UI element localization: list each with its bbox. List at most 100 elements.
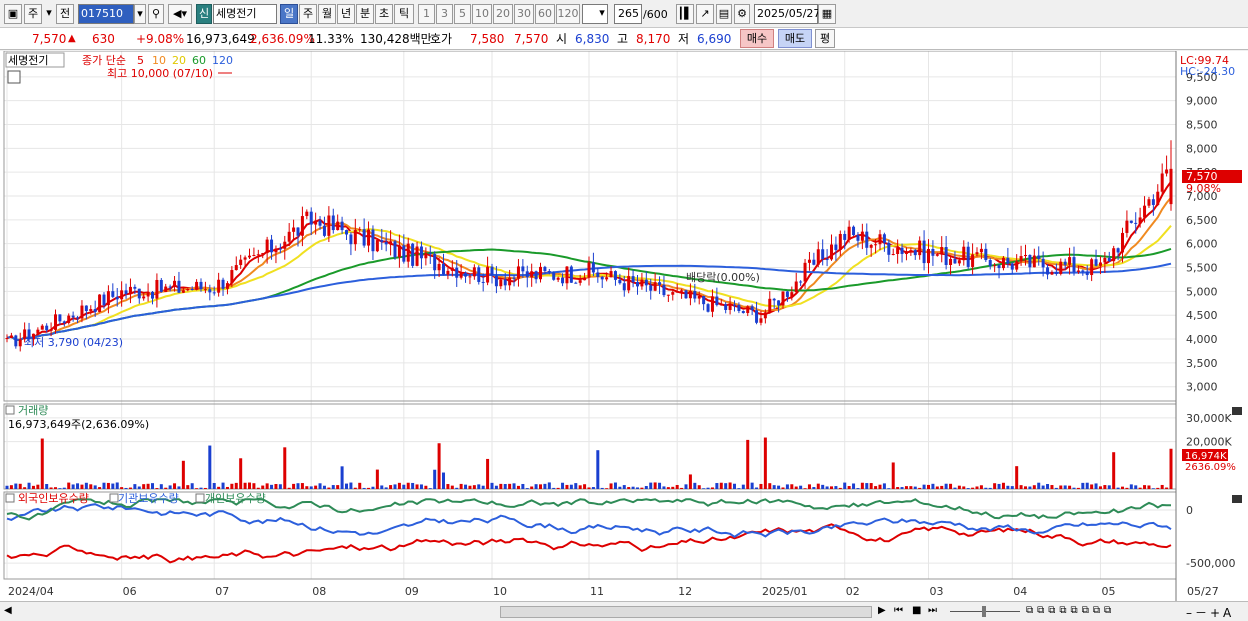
candle-body [684,290,688,299]
volume-bar [58,488,62,489]
rewind-icon[interactable]: ⏮ [894,605,903,616]
candle-body [618,279,622,284]
candle-body [724,304,728,310]
candle-body [552,272,556,280]
volume-bar [137,486,141,489]
candle-body [834,244,838,250]
stock-code-input[interactable]: 017510 [78,4,134,24]
pct-badge: 9.08% [1186,182,1221,195]
interval-1[interactable]: 1 [418,4,435,24]
volume-bar [252,483,256,489]
gear-icon[interactable]: ⚙ [734,4,750,24]
candle-body [450,267,454,271]
candle-body [1041,258,1045,268]
volume-bar [468,485,472,489]
volume-bar [534,484,538,489]
volume-bar [627,487,631,489]
tab-minute[interactable]: 분 [356,4,374,24]
candle-body [336,221,340,231]
draw-tool-icon[interactable]: ↗ [696,4,714,24]
holding-panel-toggle[interactable] [5,493,15,503]
prev-button[interactable]: 전 [56,4,74,24]
interval-5[interactable]: 5 [454,4,471,24]
volume-bar [327,487,331,489]
interval-60[interactable]: 60 [535,4,555,24]
volume-bar [931,483,935,489]
candle-body [988,260,992,267]
interval-20[interactable]: 20 [493,4,513,24]
candle-body [1129,220,1133,223]
volume-bar [212,483,216,489]
interval-120[interactable]: 120 [556,4,580,24]
volume-bar [1063,485,1067,489]
scroll-thumb[interactable] [500,606,872,618]
tab-year[interactable]: 년 [337,4,355,24]
chart-svg: 9,5009,0008,5008,0007,5007,0006,5006,000… [3,50,1242,601]
holding-close-icon[interactable] [1232,495,1242,503]
avg-button[interactable]: 평 [815,29,835,48]
window-icon[interactable]: ▣ [4,4,22,24]
tab-month[interactable]: 월 [318,4,336,24]
view-tools-icon[interactable]: ⧉⧉⧉⧉⧉⧉⧉⧉ [1026,605,1115,616]
volume-bar [1085,482,1089,489]
volume-bar [9,485,13,489]
candle-body [71,315,75,318]
volume-bar [190,483,194,489]
volume-bar [1121,486,1124,489]
candle-type-icon[interactable]: ┃▌ [676,4,694,24]
code-dropdown-icon[interactable]: ▾ [134,4,146,24]
volume-bar [618,486,622,489]
volume-bar [512,483,516,489]
stop-icon[interactable]: ■ [912,605,921,616]
calendar-icon[interactable]: ▦ [818,4,836,24]
tab-week[interactable]: 주 [299,4,317,24]
candle-body [419,246,423,259]
volume-bar [812,487,816,489]
candle-body [746,306,750,314]
volume-bar [481,485,485,489]
candle-body [940,247,944,255]
volume-close-icon[interactable] [1232,407,1242,415]
tab-second[interactable]: 초 [375,4,393,24]
scroll-left-icon[interactable]: ◀ [4,605,12,616]
zoom-slider-handle[interactable] [982,606,986,617]
interval-dropdown-icon[interactable]: ▾ [596,4,608,24]
date-input[interactable]: 2025/05/27 [754,4,820,24]
count-input[interactable]: 265 [614,4,642,24]
candle-body [58,314,62,322]
volume-panel-toggle[interactable] [5,405,15,415]
bid-price: 7,570 [514,32,549,46]
zoom-controls-icon[interactable]: –－+A [1186,604,1234,621]
scroll-right-icon[interactable]: ▶ [878,605,886,616]
panel-frame [3,403,1177,490]
sell-button[interactable]: 매도 [778,29,812,48]
settings-grid-icon[interactable] [7,70,21,84]
volume-bar [1076,487,1080,489]
speaker-icon[interactable]: ◀▾ [168,4,192,24]
interval-10[interactable]: 10 [472,4,492,24]
interval-3[interactable]: 3 [436,4,453,24]
candle-body [221,279,225,289]
volume-bar [1010,486,1014,489]
scrollbar[interactable]: ◀ ▶ ⏮ ■ ⏭ ⧉⧉⧉⧉⧉⧉⧉⧉ –－+A [0,601,1248,621]
volume-bar [221,482,225,489]
search-icon[interactable]: ⚲ [148,4,164,24]
buy-button[interactable]: 매수 [740,29,774,48]
inst-holding-toggle[interactable] [109,493,119,503]
forward-icon[interactable]: ⏭ [928,605,937,616]
candle-body [1072,257,1076,272]
save-icon[interactable]: ▤ [716,4,732,24]
y-axis: 9,5009,0008,5008,0007,5007,0006,5006,000… [1186,71,1235,570]
tab-day[interactable]: 일 [280,4,298,24]
period-select[interactable]: 주 [24,4,42,24]
interval-30[interactable]: 30 [514,4,534,24]
tab-tick[interactable]: 틱 [394,4,414,24]
volume-bar [733,483,736,489]
indiv-holding-toggle[interactable] [195,493,205,503]
candle-body [102,294,106,306]
volume-bar [891,462,895,489]
chevron-down-icon[interactable]: ▾ [44,4,54,24]
ask-price: 7,580 [470,32,505,46]
candle-body [799,281,803,283]
candle-body [212,292,216,294]
